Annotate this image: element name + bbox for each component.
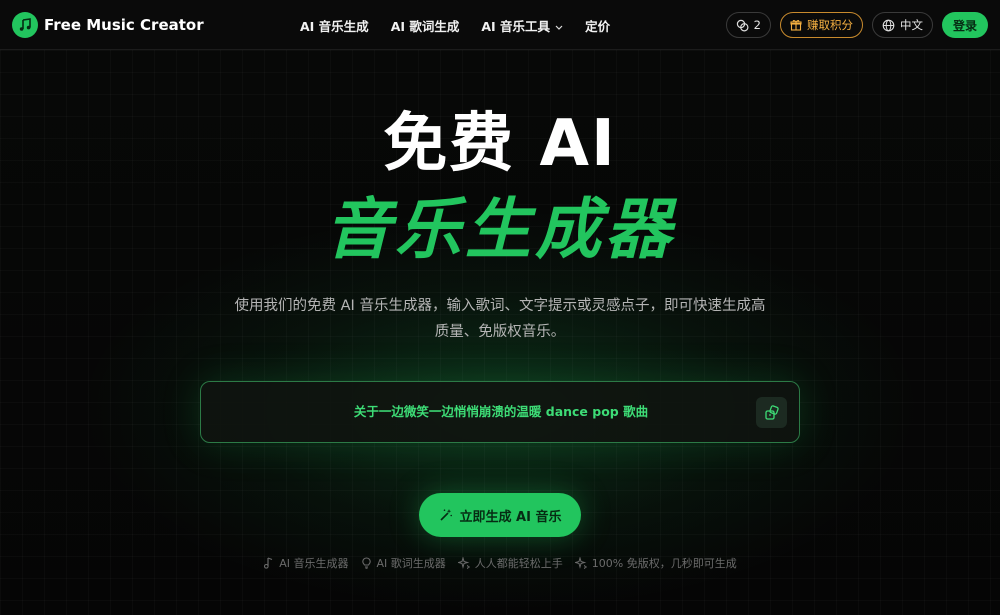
magic-wand-icon xyxy=(439,509,452,521)
hero-title-line1: 免费 AI xyxy=(383,107,617,181)
nav-pricing[interactable]: 定价 xyxy=(585,16,610,35)
hero-description: 使用我们的免费 AI 音乐生成器，输入歌词、文字提示或灵感点子，即可快速生成高质… xyxy=(234,298,766,340)
earn-credits-button[interactable]: 赚取积分 xyxy=(779,12,863,38)
language-label: 中文 xyxy=(899,18,923,32)
feature-item: 人人都能轻松上手 xyxy=(457,555,563,571)
prompt-input-box[interactable]: 关于一边微笑一边悄悄崩溃的温暖 dance pop 歌曲 xyxy=(200,381,800,443)
credits-badge[interactable]: 2 xyxy=(725,12,771,38)
nav-ai-music[interactable]: AI 音乐生成 xyxy=(300,16,369,35)
dice-icon xyxy=(764,404,779,420)
generate-music-button[interactable]: 立即生成 AI 音乐 xyxy=(419,493,581,537)
hero-title-line2: 音乐生成器 xyxy=(325,191,675,268)
feature-item: AI 音乐生成器 xyxy=(263,555,349,571)
music-logo-icon xyxy=(12,12,38,38)
gift-icon xyxy=(790,20,802,31)
feature-label: 100% 免版权，几秒即可生成 xyxy=(591,557,737,570)
main-nav: AI 音乐生成 AI 歌词生成 AI 音乐工具 定价 xyxy=(300,0,632,50)
nav-ai-music-tools[interactable]: AI 音乐工具 xyxy=(481,16,563,35)
sparkles-icon xyxy=(574,557,587,569)
feature-label: AI 歌词生成器 xyxy=(376,557,446,570)
globe-icon xyxy=(882,19,895,31)
feature-label: AI 音乐生成器 xyxy=(279,557,349,570)
generate-music-label: 立即生成 AI 音乐 xyxy=(459,509,562,525)
nav-ai-lyrics[interactable]: AI 歌词生成 xyxy=(391,16,460,35)
login-button[interactable]: 登录 xyxy=(941,12,988,38)
coins-icon xyxy=(736,19,749,32)
earn-credits-label: 赚取积分 xyxy=(806,18,853,32)
logo-text: Free Music Creator xyxy=(44,16,204,34)
random-prompt-button[interactable] xyxy=(756,397,787,428)
prompt-text[interactable]: 关于一边微笑一边悄悄崩溃的温暖 dance pop 歌曲 xyxy=(201,382,801,444)
feature-item: 100% 免版权，几秒即可生成 xyxy=(574,555,737,571)
feature-label: 人人都能轻松上手 xyxy=(474,557,563,570)
credits-count: 2 xyxy=(753,18,761,32)
lightbulb-icon xyxy=(361,557,371,569)
nav-ai-music-tools-label: AI 音乐工具 xyxy=(481,18,551,34)
language-selector[interactable]: 中文 xyxy=(871,12,933,38)
feature-item: AI 歌词生成器 xyxy=(361,555,446,571)
sparkles-icon xyxy=(457,557,470,569)
music-note-icon xyxy=(264,557,273,569)
top-nav-bar: Free Music Creator AI 音乐生成 AI 歌词生成 AI 音乐… xyxy=(0,0,1000,50)
chevron-down-icon xyxy=(555,18,563,33)
logo[interactable]: Free Music Creator xyxy=(12,12,204,38)
header-actions: 2 赚取积分 中文 登录 xyxy=(717,12,988,38)
feature-list: AI 音乐生成器 AI 歌词生成器 人人都能轻松上手 100% 免版权，几秒即可… xyxy=(0,555,1000,571)
